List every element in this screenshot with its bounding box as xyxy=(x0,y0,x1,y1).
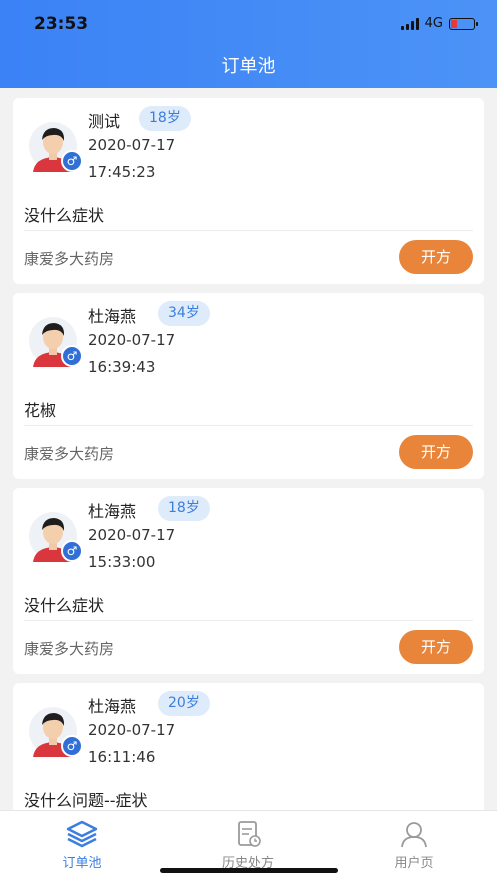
prescribe-button[interactable]: 开方 xyxy=(399,435,473,469)
battery-low-icon xyxy=(449,17,478,30)
signal-bars-icon xyxy=(400,17,419,30)
order-date: 2020-07-17 xyxy=(88,331,176,349)
order-time: 17:45:23 xyxy=(88,163,156,181)
tab-user-page[interactable]: 用户页 xyxy=(364,819,464,871)
status-indicators: 4G xyxy=(400,16,478,31)
network-label: 4G xyxy=(424,16,443,31)
user-icon xyxy=(401,822,427,848)
order-time: 15:33:00 xyxy=(88,553,156,571)
page-title: 订单池 xyxy=(221,56,276,77)
tab-order-pool[interactable]: 订单池 xyxy=(32,819,132,871)
symptom-text: 没什么症状 xyxy=(24,206,105,225)
tab-label: 用户页 xyxy=(394,856,434,871)
divider xyxy=(24,620,473,621)
symptom-text: 没什么症状 xyxy=(24,596,105,615)
symptom-text: 花椒 xyxy=(24,401,57,420)
prescribe-button[interactable]: 开方 xyxy=(399,630,473,664)
pharmacy-name: 康爱多大药房 xyxy=(24,640,115,658)
age-badge: 18岁 xyxy=(158,496,210,521)
tab-prescription-history[interactable]: 历史处方 xyxy=(198,819,298,871)
prescription-history-icon xyxy=(238,821,261,847)
male-gender-icon: ♂ xyxy=(61,345,83,367)
patient-name: 杜海燕 xyxy=(88,307,137,326)
prescribe-button[interactable]: 开方 xyxy=(399,240,473,274)
tab-label: 订单池 xyxy=(62,856,102,871)
symptom-text: 没什么问题--症状 xyxy=(24,791,148,810)
male-gender-icon: ♂ xyxy=(61,735,83,757)
divider xyxy=(24,230,473,231)
order-time: 16:11:46 xyxy=(88,748,156,766)
home-indicator xyxy=(160,868,338,873)
order-card[interactable]: ♂ 杜海燕 18岁 2020-07-17 15:33:00 没什么症状 康爱多大… xyxy=(13,488,484,674)
age-badge: 18岁 xyxy=(139,106,191,131)
order-date: 2020-07-17 xyxy=(88,136,176,154)
app-header: 23:53 4G 订单池 xyxy=(0,0,497,88)
age-badge: 34岁 xyxy=(158,301,210,326)
order-list[interactable]: ♂ 测试 18岁 2020-07-17 17:45:23 没什么症状 康爱多大药… xyxy=(0,88,497,810)
male-gender-icon: ♂ xyxy=(61,540,83,562)
order-card[interactable]: ♂ 杜海燕 20岁 2020-07-17 16:11:46 没什么问题--症状 xyxy=(13,683,484,810)
status-bar: 23:53 4G xyxy=(0,0,497,44)
order-time: 16:39:43 xyxy=(88,358,156,376)
order-card[interactable]: ♂ 测试 18岁 2020-07-17 17:45:23 没什么症状 康爱多大药… xyxy=(13,98,484,284)
age-badge: 20岁 xyxy=(158,691,210,716)
patient-name: 杜海燕 xyxy=(88,502,137,521)
status-time: 23:53 xyxy=(34,14,89,34)
patient-name: 测试 xyxy=(88,112,121,131)
patient-name: 杜海燕 xyxy=(88,697,137,716)
layers-icon xyxy=(66,820,98,848)
order-date: 2020-07-17 xyxy=(88,721,176,739)
order-card[interactable]: ♂ 杜海燕 34岁 2020-07-17 16:39:43 花椒 康爱多大药房 … xyxy=(13,293,484,479)
pharmacy-name: 康爱多大药房 xyxy=(24,445,115,463)
pharmacy-name: 康爱多大药房 xyxy=(24,250,115,268)
male-gender-icon: ♂ xyxy=(61,150,83,172)
order-date: 2020-07-17 xyxy=(88,526,176,544)
divider xyxy=(24,425,473,426)
